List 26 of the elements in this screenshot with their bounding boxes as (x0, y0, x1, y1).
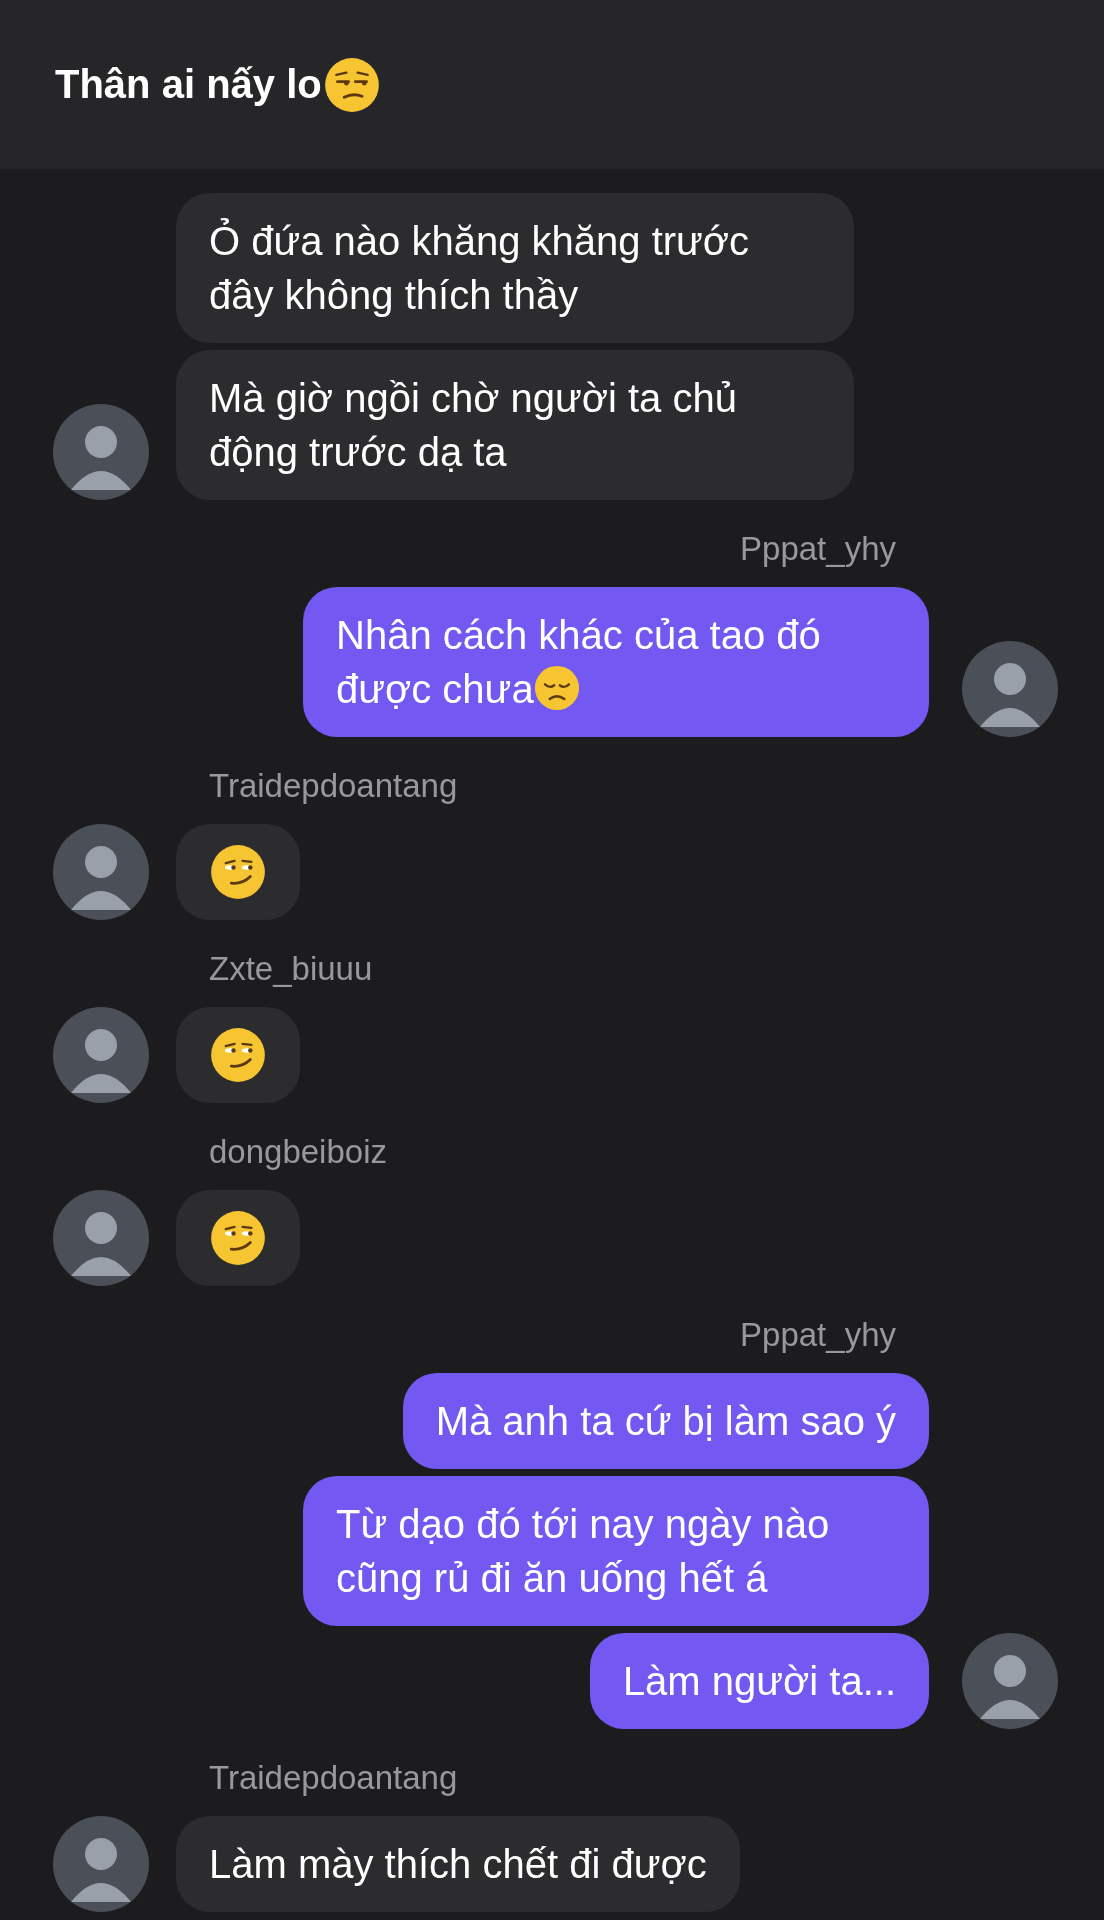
message-bubble: Làm mày thích chết đi được (176, 1816, 740, 1912)
message-bubble: Nhân cách khác của tao đó được chưa (303, 587, 929, 737)
sender-name: Zxte_biuuu (208, 950, 374, 988)
message-bubble: Từ dạo đó tới nay ngày nào cũng rủ đi ăn uống hết á (303, 1476, 929, 1626)
sender-name: Pppat_yhy (739, 1316, 897, 1354)
sender-name: Traidepdoantang (208, 1759, 459, 1797)
avatar-icon[interactable] (53, 824, 149, 920)
smirking-face-icon (210, 1210, 266, 1266)
smirking-face-icon (210, 844, 266, 900)
avatar-icon[interactable] (53, 1007, 149, 1103)
message-bubble: Mà anh ta cứ bị làm sao ý (402, 1373, 929, 1469)
sad-face-icon (533, 665, 580, 711)
avatar-icon[interactable] (962, 641, 1058, 737)
avatar-icon[interactable] (53, 1816, 149, 1912)
message-bubble: Làm người ta... (589, 1633, 929, 1729)
sender-name: dongbeiboiz (208, 1133, 388, 1171)
unamused-face-icon (323, 56, 380, 113)
smirking-face-icon (210, 1027, 266, 1083)
avatar-icon[interactable] (962, 1633, 1058, 1729)
chat-title: Thân ai nấy lo (55, 56, 380, 113)
avatar-icon[interactable] (53, 404, 149, 500)
message-bubble: Ỏ đứa nào khăng khăng trước đây không thích thầy (176, 193, 854, 343)
sender-name: Pppat_yhy (739, 530, 897, 568)
sender-name: Traidepdoantang (208, 767, 459, 805)
avatar-icon[interactable] (53, 1190, 149, 1286)
message-bubble: Mà giờ ngồi chờ người ta chủ động trước dạ ta (176, 350, 854, 500)
